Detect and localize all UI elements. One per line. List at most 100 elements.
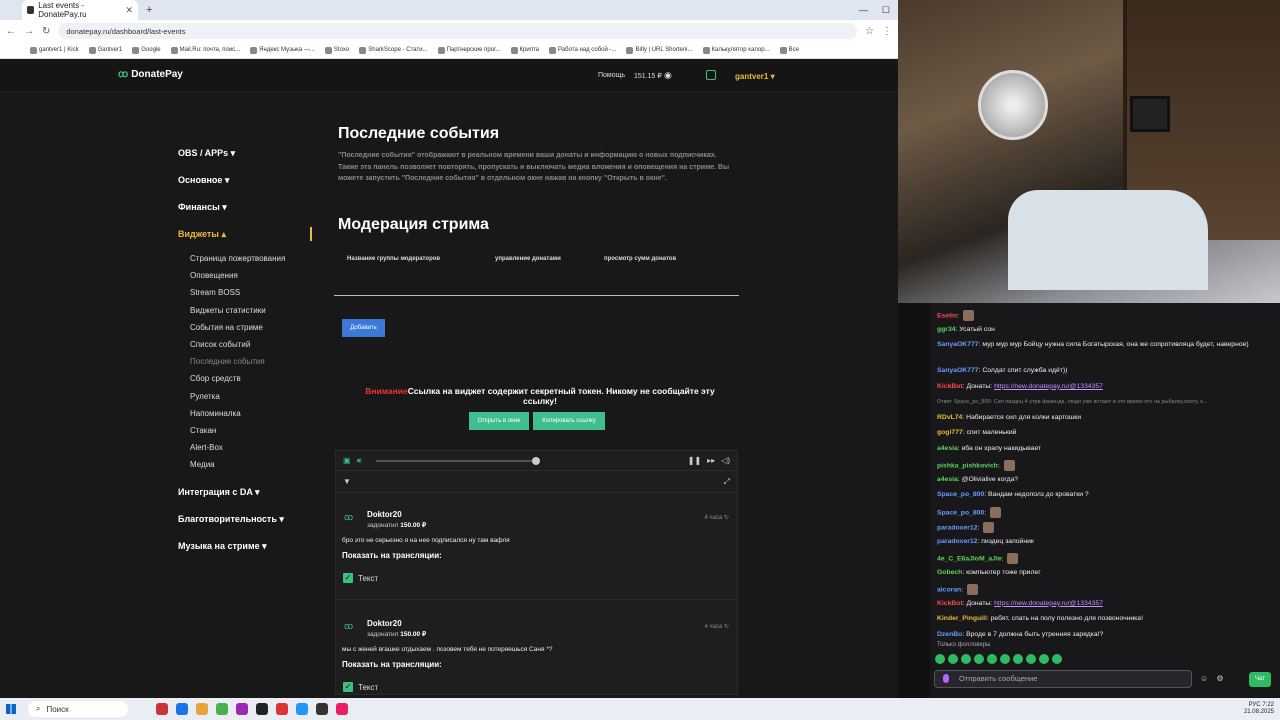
emote-icon[interactable] [974,654,984,664]
chat-input[interactable]: Отправить сообщение [934,670,1192,688]
chat-username[interactable]: ggr34 [937,326,956,333]
bookmark[interactable]: Mail.Ru: почта, поис... [170,46,240,54]
chat-username[interactable]: Space_po_800 [937,509,984,516]
sidebar-sub-item[interactable]: Медиа [178,456,318,473]
chat-tools[interactable]: ☺ ⚙ [1200,674,1227,683]
sidebar-sub-item[interactable]: Стакан [178,422,318,439]
app-icon[interactable] [316,703,328,715]
text-checkbox[interactable]: ✓ [343,573,353,583]
chat-username[interactable]: Space_po_800 [937,491,984,498]
widget-icon[interactable] [706,70,716,80]
sidebar-sub-item[interactable]: Stream BOSS [178,284,318,301]
chat-username[interactable]: pishka_pishkovich [937,462,998,469]
volume-icon[interactable]: 🔊︎ [357,456,362,466]
mic-icon[interactable] [943,674,949,683]
sidebar-item-widgets[interactable]: Виджеты ▴ [178,223,318,250]
bookmark[interactable]: Stoxo [324,46,349,54]
app-icon[interactable] [296,703,308,715]
menu-icon[interactable]: ⋮ [882,26,892,37]
url-input[interactable]: donatepay.ru/dashboard/last-events [58,23,858,39]
eye-icon[interactable]: ◉ [664,70,672,81]
sidebar-item-da[interactable]: Интеграция с DA ▾ [178,481,318,508]
sidebar-item-obs[interactable]: OBS / APPs ▾ [178,142,318,169]
emote-icon[interactable] [948,654,958,664]
open-in-window-button[interactable]: Открыть в окне [469,412,529,430]
sidebar-item-charity[interactable]: Благотворительность ▾ [178,508,318,535]
emote-icon[interactable] [1026,654,1036,664]
sidebar-sub-item[interactable]: Оповещения [178,267,318,284]
app-icon[interactable] [176,703,188,715]
site-logo[interactable]: ꝏ DonatePay [118,69,183,80]
text-checkbox[interactable]: ✓ [343,682,353,692]
copy-link-button[interactable]: Копировать ссылку [533,412,605,430]
chat-username[interactable]: 4e_C_E6aJloM_aJle [937,555,1002,562]
sidebar-sub-item[interactable]: Рулетка [178,388,318,405]
bookmark[interactable]: Партнерские прог... [437,46,501,54]
app-icon[interactable] [236,703,248,715]
pause-icon[interactable]: ❚❚ [688,456,701,465]
browser-tab[interactable]: Last events - DonatePay.ru ✕ [22,0,138,20]
reload-icon[interactable]: ↻ [42,26,50,37]
bookmark[interactable]: Работа над собой -... [549,46,616,54]
sidebar-sub-item-current[interactable]: Последние события [178,353,318,370]
filter-icon[interactable]: ▼ [343,477,351,486]
chat-username[interactable]: alcoran [937,586,961,593]
chat-link[interactable]: https://new.donatepay.ru/@1334357 [994,383,1103,390]
back-icon[interactable]: ← [6,26,16,37]
maximize-icon[interactable]: ☐ [882,5,890,16]
bookmark[interactable]: Калькулятор калор... [702,46,770,54]
system-tray[interactable]: РУС 7:22 21.08.2025 [1244,702,1274,716]
bookmark[interactable]: Google [132,46,161,54]
sidebar-sub-item[interactable]: Напоминалка [178,405,318,422]
add-button[interactable]: Добавить [342,319,385,337]
forward-icon[interactable]: → [24,26,34,37]
chat-username[interactable]: SanyaOK777 [937,367,979,374]
film-icon[interactable]: ▣ [343,456,351,465]
bookmark[interactable]: Крипта [510,46,539,54]
chat-username[interactable]: a4esia [937,476,958,483]
windows-icon[interactable] [6,704,16,714]
sidebar-sub-item[interactable]: Alert-Box [178,439,318,456]
expand-icon[interactable]: ⤢ [724,477,730,487]
minimize-icon[interactable]: — [859,5,868,16]
sidebar-sub-item[interactable]: Страница пожертвования [178,250,318,267]
emote-icon[interactable] [935,654,945,664]
volume-slider[interactable] [375,456,540,465]
sidebar-item-main[interactable]: Основное ▾ [178,169,318,196]
sidebar-sub-item[interactable]: Виджеты статистики [178,302,318,319]
chat-username[interactable]: RDvL74 [937,414,962,421]
taskbar-search[interactable]: ⌕ Поиск [28,701,128,717]
chat-username[interactable]: DzenBo [937,631,962,638]
chat-username[interactable]: paradoxer12 [937,524,977,531]
chat-username[interactable]: KickBot [937,600,963,607]
chat-link[interactable]: https://new.donatepay.ru/@1334357 [994,600,1103,607]
star-icon[interactable]: ☆ [865,26,874,37]
chat-username[interactable]: gogi777 [937,429,963,436]
chat-username[interactable]: Kinder_Pinguili [937,615,987,622]
app-icon[interactable] [156,703,168,715]
sidebar-item-music[interactable]: Музыка на стриме ▾ [178,535,318,562]
app-icon[interactable] [256,703,268,715]
emote-icon[interactable] [1052,654,1062,664]
app-icon[interactable] [196,703,208,715]
bookmark[interactable]: gantver1 | Kick [30,46,79,54]
emote-icon[interactable] [1013,654,1023,664]
skip-icon[interactable]: ▸▸ [707,456,715,465]
chat-username[interactable]: paradoxer12 [937,538,977,545]
emote-icon[interactable] [1000,654,1010,664]
chat-username[interactable]: Gobech [937,569,962,576]
bookmark[interactable]: Bitly | URL Shorteni... [626,46,693,54]
app-icon[interactable] [336,703,348,715]
sidebar-sub-item[interactable]: События на стриме [178,319,318,336]
emote-icon[interactable] [961,654,971,664]
bookmark[interactable]: Яндекс Музыка —... [250,46,315,54]
emote-icon[interactable] [987,654,997,664]
chat-username[interactable]: a4esia [937,445,958,452]
emote-icon[interactable] [1039,654,1049,664]
chat-username[interactable]: SanyaOK777 [937,341,979,348]
chat-send-button[interactable]: Чат [1249,672,1271,687]
app-icon[interactable] [216,703,228,715]
bookmark[interactable]: SharkScope - Стати... [359,46,428,54]
bookmark[interactable]: Gantver1 [88,46,122,54]
sidebar-item-finance[interactable]: Финансы ▾ [178,196,318,223]
